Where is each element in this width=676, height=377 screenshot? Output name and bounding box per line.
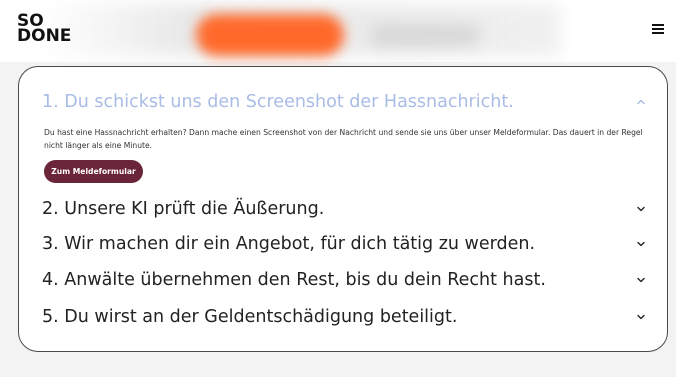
site-header: SO DONE: [0, 0, 676, 62]
accordion-item-title[interactable]: 5. Du wirst an der Geldentschädigung bet…: [42, 307, 457, 327]
page-background: [0, 360, 676, 377]
accordion-item-title[interactable]: 4. Anwälte übernehmen den Rest, bis du d…: [42, 270, 546, 290]
accordion-item-title[interactable]: 1. Du schickst uns den Screenshot der Ha…: [42, 92, 514, 112]
chevron-down-icon[interactable]: [636, 312, 646, 322]
accordion-item-title[interactable]: 2. Unsere KI prüft die Äußerung.: [42, 199, 324, 219]
header-blurred-link: [370, 24, 480, 46]
logo-line-2: DONE: [17, 26, 72, 46]
chevron-down-icon[interactable]: [636, 204, 646, 214]
steps-accordion: 1. Du schickst uns den Screenshot der Ha…: [18, 66, 668, 352]
chevron-down-icon[interactable]: [636, 239, 646, 249]
accordion-item-body: Du hast eine Hassnachricht erhalten? Dan…: [44, 128, 643, 150]
chevron-up-icon[interactable]: [636, 97, 646, 107]
report-form-button[interactable]: Zum Meldeformular: [44, 160, 143, 183]
accordion-item-title[interactable]: 3. Wir machen dir ein Angebot, für dich …: [42, 234, 535, 254]
header-blurred-button: [196, 14, 344, 56]
hamburger-menu-icon[interactable]: [648, 23, 668, 39]
chevron-down-icon[interactable]: [636, 275, 646, 285]
logo[interactable]: SO DONE: [17, 13, 79, 48]
